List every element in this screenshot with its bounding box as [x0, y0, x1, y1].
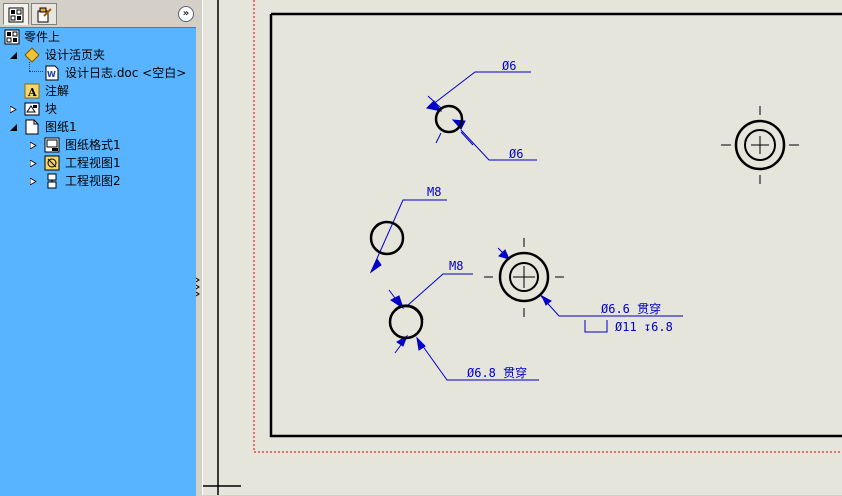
sheet-icon	[25, 119, 39, 135]
sheet-format-icon	[44, 137, 60, 153]
dim-dia66-thru[interactable]: Ø6.6 贯穿	[601, 301, 661, 316]
tree-item-label: 图纸格式1	[65, 138, 121, 152]
svg-text:A: A	[27, 86, 37, 99]
expanded-arrow-icon[interactable]	[10, 124, 17, 131]
dim-cbore[interactable]: Ø11 ↧6.8	[615, 320, 673, 334]
design-binder-icon	[24, 47, 40, 63]
tree-item-label: 注解	[45, 84, 70, 98]
hole-cbore-center[interactable]	[484, 238, 564, 317]
collapsed-arrow-icon[interactable]	[30, 160, 37, 167]
collapse-panel-button[interactable]: »	[178, 6, 194, 22]
tree-item-label: 块	[45, 102, 58, 116]
cbore-symbol	[584, 320, 608, 333]
annotations-icon: A	[24, 83, 40, 99]
word-document-icon: W	[45, 65, 59, 81]
svg-text:W: W	[47, 70, 56, 79]
dim-dia68-thru[interactable]: Ø6.8 贯穿	[467, 365, 527, 380]
panel-tabbar: »	[0, 0, 198, 27]
tree-item-label: 设计日志.doc <空白>	[65, 66, 187, 80]
leader-line	[370, 199, 447, 273]
dim-dia6-top[interactable]: Ø6	[502, 59, 516, 73]
splitter-grip-icon[interactable]	[196, 276, 200, 298]
arrowhead-icon	[369, 257, 382, 274]
leader-line	[407, 273, 473, 306]
sheet-border	[269, 12, 842, 438]
collapsed-arrow-icon[interactable]	[30, 142, 37, 149]
feature-tree-icon	[8, 7, 24, 23]
collapsed-arrow-icon[interactable]	[10, 106, 17, 113]
feature-tree: 零件上 设计活页夹 W 设计日志.doc <空白> A 注解 块 图纸1 图纸格…	[0, 27, 196, 496]
arrowhead-icon	[540, 294, 552, 306]
hole-features	[369, 104, 799, 340]
drawing-canvas[interactable]: Ø6 Ø6 M8 M8 Ø6.8 贯穿 Ø6.6 贯穿 Ø11 ↧6.8	[202, 0, 842, 495]
hole-m8-mid[interactable]	[388, 304, 424, 340]
property-manager-icon	[37, 7, 52, 23]
drawing-document-icon	[4, 29, 20, 45]
tree-item-label: 工程视图2	[65, 174, 121, 188]
drawing-view-icon	[44, 155, 60, 171]
collapsed-arrow-icon[interactable]	[30, 178, 37, 185]
property-manager-tab[interactable]	[31, 3, 57, 25]
tree-item-label: 工程视图1	[65, 156, 121, 170]
expanded-arrow-icon[interactable]	[10, 52, 17, 59]
tree-item-label: 设计活页夹	[45, 48, 106, 62]
sheet-margin	[253, 0, 842, 453]
drawing-view-icon	[47, 173, 57, 189]
arrowhead-icon	[498, 249, 510, 260]
blocks-icon	[24, 102, 40, 116]
dim-m8-upper[interactable]: M8	[427, 185, 441, 199]
hole-cbore-right[interactable]	[721, 106, 799, 184]
leader-line	[427, 71, 531, 109]
tree-item-label: 图纸1	[45, 120, 77, 134]
drawing-sheet[interactable]: Ø6 Ø6 M8 M8 Ø6.8 贯穿 Ø6.6 贯穿 Ø11 ↧6.8	[203, 0, 842, 495]
tree-connector	[29, 71, 43, 72]
hole-dia6[interactable]	[434, 104, 464, 134]
tree-root-label: 零件上	[24, 30, 61, 44]
tree-connector	[29, 62, 30, 71]
dim-dia6-bottom[interactable]: Ø6	[509, 147, 523, 161]
feature-manager-tab[interactable]	[3, 3, 29, 25]
hole-m8-upper[interactable]	[369, 220, 405, 256]
feature-manager-panel: » 零件上 设计活页夹 W 设计日志.doc <空白> A 注解 块 图纸1 图…	[0, 0, 199, 496]
dim-m8-middle[interactable]: M8	[449, 259, 463, 273]
